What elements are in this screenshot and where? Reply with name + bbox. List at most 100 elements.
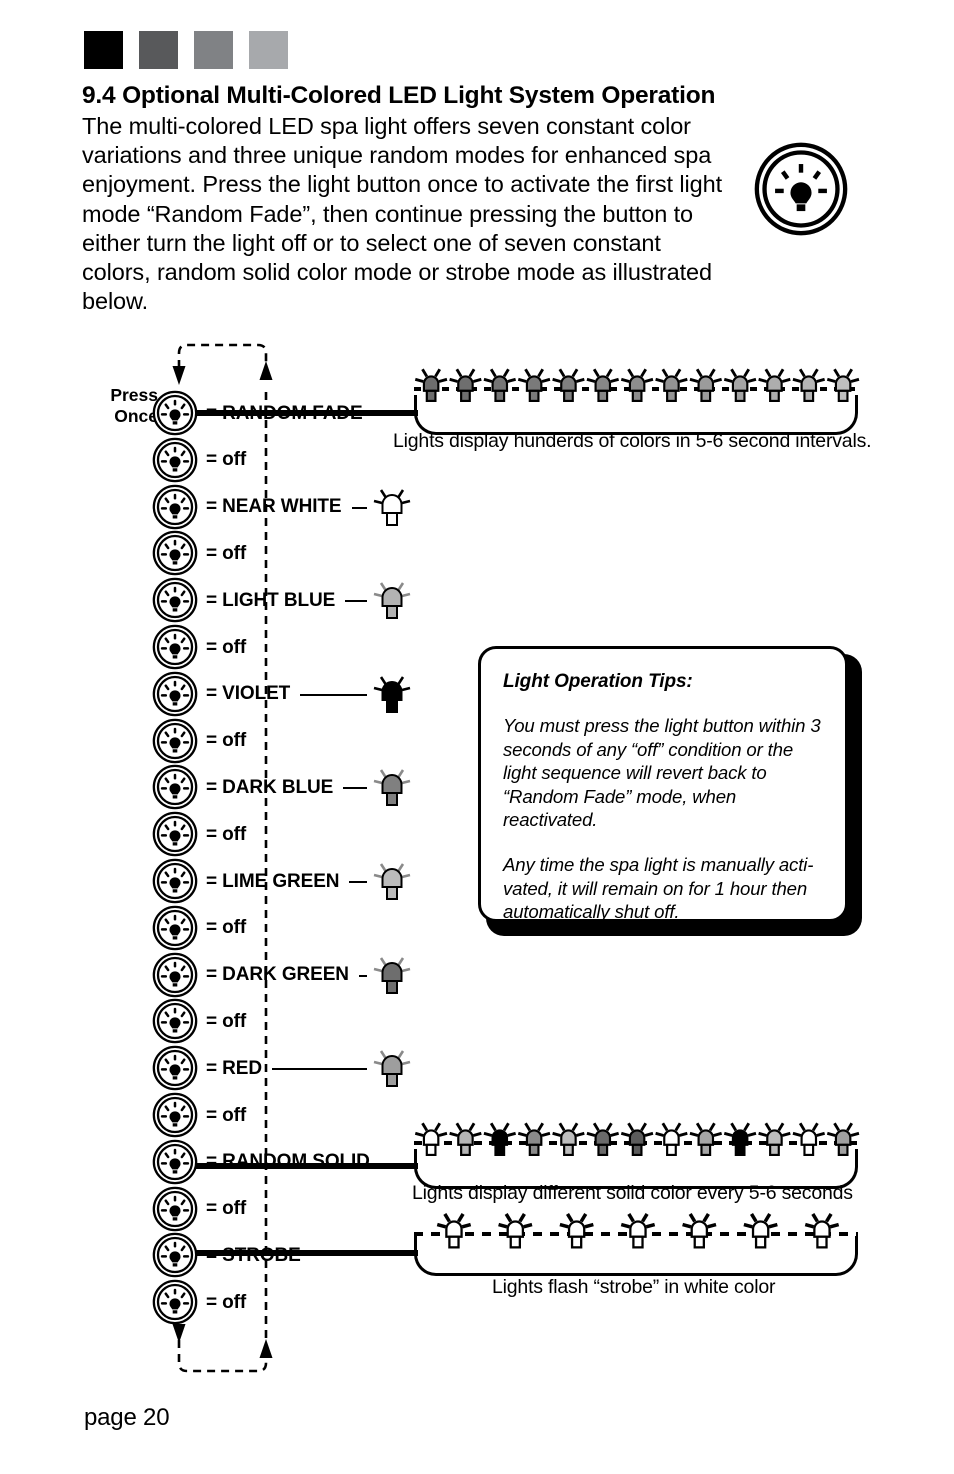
loop-top-bracket	[177, 343, 268, 368]
sequence-row: = RANDOM FADE	[152, 390, 363, 436]
strip-caption-strobe: Lights flash “strobe” in white color	[492, 1276, 776, 1298]
tips-title: Light Operation Tips:	[503, 671, 693, 692]
light-button-icon[interactable]	[152, 1279, 198, 1325]
leader-line	[343, 787, 367, 790]
light-button-icon[interactable]	[152, 1045, 198, 1091]
page-number: page 20	[84, 1404, 170, 1431]
lamp-glyph-icon	[373, 676, 411, 713]
strip-caption-random-solid: Lights display different solid color eve…	[412, 1182, 853, 1204]
light-button-icon[interactable]	[152, 998, 198, 1044]
lamp-glyph-icon	[373, 488, 411, 526]
strip-panel-random-fade	[414, 395, 858, 435]
light-button-icon[interactable]	[152, 1092, 198, 1138]
swatch-black	[84, 31, 123, 69]
lamp-glyph-icon	[373, 582, 411, 620]
sequence-row: = NEAR WHITE	[152, 484, 342, 530]
sequence-row-label: = DARK BLUE	[206, 776, 334, 798]
lamp-glyph-icon	[373, 863, 411, 900]
sequence-row-label: = off	[206, 542, 247, 564]
sequence-row: = off	[152, 624, 246, 670]
sequence-row: = off	[152, 1186, 246, 1232]
sequence-row-label: = VIOLET	[206, 683, 291, 705]
press-once-line: Press	[110, 385, 158, 405]
sequence-row-label: = RED	[206, 1057, 262, 1079]
light-button-emblem-icon	[754, 142, 848, 236]
sequence-row-label: = off	[206, 636, 247, 658]
sequence-row-label: = STROBE	[206, 1244, 301, 1266]
sequence-row-label: = off	[206, 823, 247, 845]
sequence-row: = DARK BLUE	[152, 764, 333, 810]
strip-panel-strobe	[414, 1236, 858, 1276]
leader-line	[272, 1068, 367, 1071]
sequence-row: = off	[152, 437, 246, 483]
color-swatch-strip	[84, 31, 288, 69]
light-button-icon[interactable]	[152, 1186, 198, 1232]
sequence-row: = VIOLET	[152, 671, 290, 717]
light-button-icon[interactable]	[152, 858, 198, 904]
sequence-row: = RANDOM SOLID	[152, 1139, 370, 1185]
sequence-row: = DARK GREEN	[152, 952, 349, 998]
sequence-row: = RED	[152, 1045, 262, 1091]
sequence-row: = LIME GREEN	[152, 858, 340, 904]
light-button-icon[interactable]	[152, 624, 198, 670]
sequence-row: = off	[152, 1279, 246, 1325]
sequence-row-label: = LIGHT BLUE	[206, 589, 336, 611]
light-button-icon[interactable]	[152, 1232, 198, 1278]
light-button-icon[interactable]	[152, 437, 198, 483]
leader-line	[300, 693, 367, 696]
light-button-icon[interactable]	[152, 952, 198, 998]
lamp-glyph-icon	[373, 1050, 411, 1088]
sequence-row-label: = off	[206, 1010, 247, 1032]
sequence-row: = off	[152, 811, 246, 857]
leader-line	[349, 881, 367, 883]
sequence-row-label: = off	[206, 1104, 247, 1126]
swatch-light-gray	[249, 31, 288, 69]
sequence-row: = off	[152, 905, 246, 951]
leader-line	[358, 974, 367, 977]
sequence-row-label: = off	[206, 917, 247, 939]
light-button-icon[interactable]	[152, 671, 198, 717]
sequence-row-label: = DARK GREEN	[206, 964, 349, 986]
sequence-row-label: = off	[206, 730, 247, 752]
sequence-row: = off	[152, 1092, 246, 1138]
sequence-row: = off	[152, 530, 246, 576]
leader-line	[345, 600, 367, 603]
sequence-row: = off	[152, 718, 246, 764]
light-button-icon[interactable]	[152, 811, 198, 857]
sequence-row-label: = off	[206, 449, 247, 471]
press-once-label: Press Once	[96, 385, 158, 427]
sequence-row-label: = NEAR WHITE	[206, 496, 342, 518]
light-button-icon[interactable]	[152, 577, 198, 623]
tips-paragraph-2: Any time the spa light is manually acti-…	[503, 853, 814, 923]
intro-paragraph: The multi-colored LED spa light offers s…	[82, 113, 723, 315]
sequence-row-label: = off	[206, 1291, 247, 1313]
light-button-icon[interactable]	[152, 1139, 198, 1185]
swatch-mid-gray	[194, 31, 233, 69]
loop-bottom-up-arrowhead	[259, 1339, 273, 1358]
leader-line	[351, 506, 367, 509]
light-operation-tips-box: Light Operation Tips: You must press the…	[478, 646, 848, 922]
light-button-icon[interactable]	[152, 764, 198, 810]
lamp-glyph-icon	[373, 956, 411, 994]
sequence-row: = LIGHT BLUE	[152, 577, 335, 623]
light-button-icon[interactable]	[152, 905, 198, 951]
swatch-dark-gray	[139, 31, 178, 69]
loop-top-up-arrowhead	[259, 361, 273, 380]
light-button-icon[interactable]	[152, 390, 198, 436]
loop-top-down-arrowhead	[172, 366, 186, 385]
light-button-icon[interactable]	[152, 530, 198, 576]
sequence-row-label: = LIME GREEN	[206, 870, 340, 892]
sequence-row: = STROBE	[152, 1232, 301, 1278]
tips-paragraph-1: You must press the light button within 3…	[503, 715, 821, 831]
sequence-row-label: = off	[206, 1198, 247, 1220]
light-button-icon[interactable]	[152, 718, 198, 764]
press-once-line: Once	[114, 406, 158, 426]
loop-bottom-bracket	[177, 1326, 268, 1373]
section-heading: 9.4 Optional Multi-Colored LED Light Sys…	[82, 82, 716, 109]
lamp-glyph-icon	[373, 769, 411, 807]
loop-bottom-down-arrowhead	[172, 1324, 186, 1343]
sequence-row-label: = RANDOM SOLID	[206, 1151, 370, 1173]
light-button-icon[interactable]	[152, 484, 198, 530]
strip-caption-random-fade: Lights display hunderds of colors in 5-6…	[393, 430, 872, 452]
sequence-row-label: = RANDOM FADE	[206, 402, 363, 424]
